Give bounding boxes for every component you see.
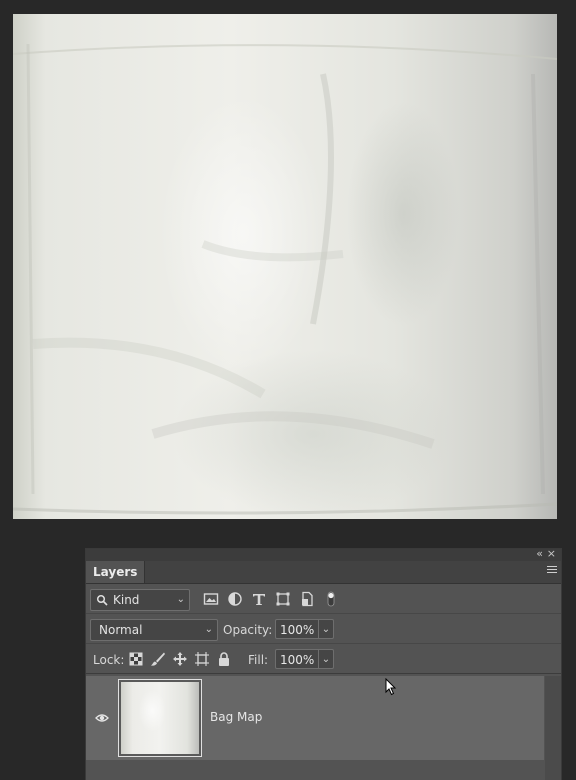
lock-transparent-pixels-icon[interactable] bbox=[128, 651, 144, 667]
mouse-cursor-icon bbox=[385, 678, 397, 696]
layers-scrollbar[interactable] bbox=[545, 676, 561, 780]
smart-object-filter-icon[interactable] bbox=[299, 591, 315, 607]
layer-row[interactable]: Bag Map bbox=[86, 676, 544, 760]
chevron-down-icon: ⌄ bbox=[204, 624, 213, 635]
image-filter-icon[interactable] bbox=[203, 591, 219, 607]
layer-filter-row: Kind ⌄ bbox=[86, 585, 561, 614]
fill-field[interactable]: 100% bbox=[275, 649, 319, 669]
shape-filter-icon[interactable] bbox=[275, 591, 291, 607]
tab-layers[interactable]: Layers bbox=[86, 561, 146, 583]
filter-toggle-icon[interactable] bbox=[326, 591, 336, 607]
opacity-label: Opacity: bbox=[223, 623, 273, 637]
fabric-folds bbox=[13, 43, 557, 515]
layer-name[interactable]: Bag Map bbox=[210, 710, 262, 724]
kind-filter-label: Kind bbox=[113, 593, 140, 607]
collapse-panel-icon[interactable]: « bbox=[536, 548, 543, 560]
layer-thumbnail[interactable] bbox=[118, 679, 202, 757]
opacity-dropdown-button[interactable]: ⌄ bbox=[319, 619, 334, 639]
panel-tabbar: Layers bbox=[86, 561, 561, 584]
lock-artboard-icon[interactable] bbox=[194, 651, 210, 667]
kind-filter-select[interactable]: Kind ⌄ bbox=[90, 589, 190, 611]
adjustment-filter-icon[interactable] bbox=[227, 591, 243, 607]
panel-topbar: « × bbox=[86, 548, 561, 561]
lock-label: Lock: bbox=[93, 653, 125, 667]
close-panel-icon[interactable]: × bbox=[547, 548, 556, 560]
lock-fill-row: Lock: Fill: 100% ⌄ bbox=[86, 645, 561, 674]
layers-panel: « × Layers Kind ⌄ Normal ⌄ Opacity: 100%… bbox=[85, 548, 562, 780]
blend-mode-select[interactable]: Normal ⌄ bbox=[90, 619, 218, 641]
lock-all-icon[interactable] bbox=[216, 651, 232, 667]
fill-dropdown-button[interactable]: ⌄ bbox=[319, 649, 334, 669]
panel-menu-icon[interactable] bbox=[547, 566, 557, 575]
lock-position-icon[interactable] bbox=[172, 651, 188, 667]
opacity-field[interactable]: 100% bbox=[275, 619, 319, 639]
document-canvas[interactable] bbox=[13, 14, 557, 519]
layer-thumbnail-image bbox=[121, 682, 199, 754]
eye-visibility-icon[interactable] bbox=[95, 713, 109, 723]
blend-mode-label: Normal bbox=[99, 623, 143, 637]
type-filter-icon[interactable] bbox=[251, 591, 267, 607]
lock-image-pixels-icon[interactable] bbox=[150, 651, 166, 667]
chevron-down-icon: ⌄ bbox=[176, 594, 185, 605]
blend-opacity-row: Normal ⌄ Opacity: 100% ⌄ bbox=[86, 615, 561, 644]
search-icon bbox=[96, 594, 108, 606]
fill-label: Fill: bbox=[248, 653, 269, 667]
